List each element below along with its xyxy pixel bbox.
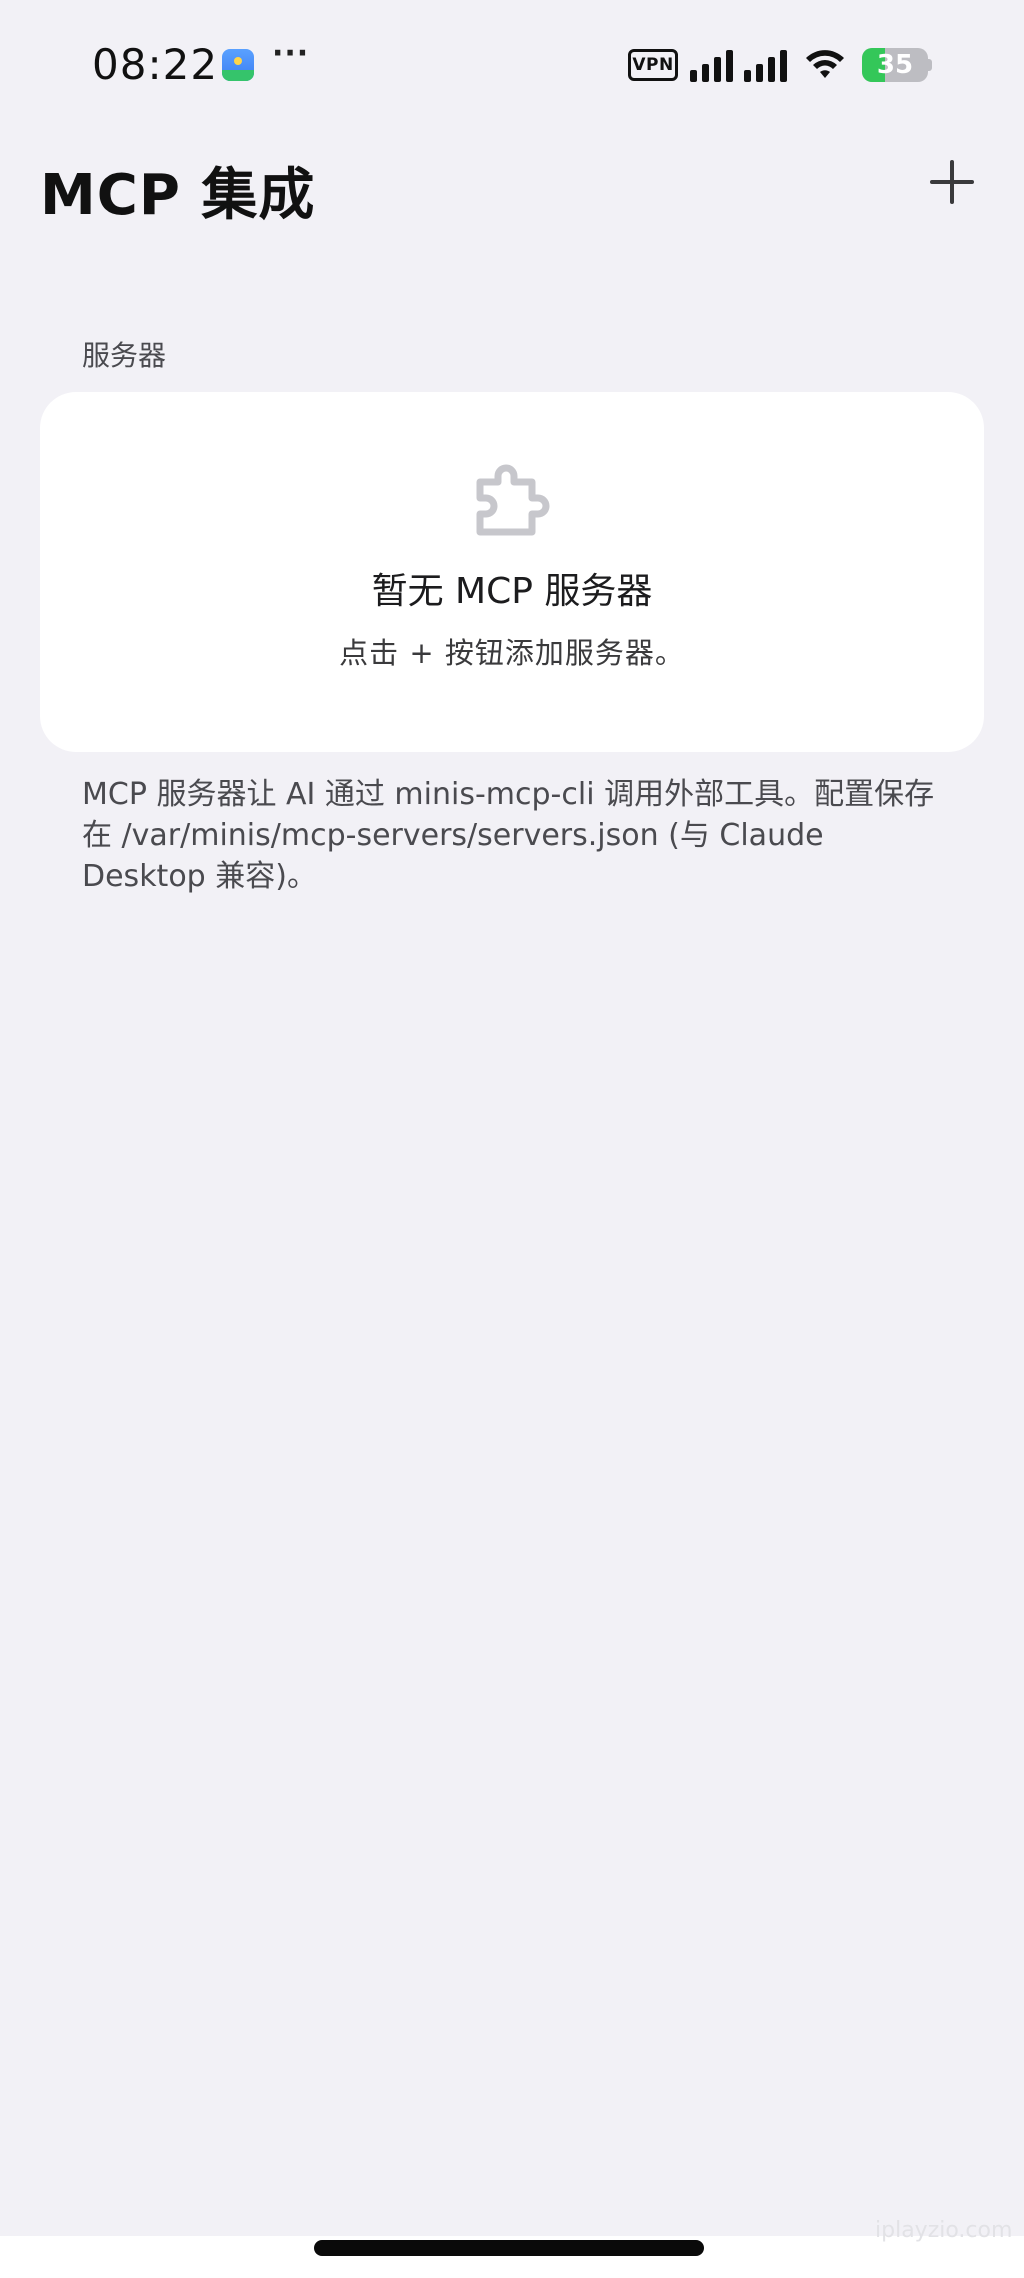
page-title: MCP 集成: [40, 163, 316, 228]
battery-icon: 35: [862, 48, 928, 82]
section-header-servers: 服务器: [82, 339, 167, 372]
empty-state-title: 暂无 MCP 服务器: [371, 571, 653, 612]
add-server-button[interactable]: [926, 156, 978, 208]
battery-cap: [928, 59, 932, 71]
more-notifications-icon: ···: [272, 36, 310, 71]
signal-icon: [690, 50, 787, 82]
app-notification-icon: [222, 49, 254, 81]
footer-note: MCP 服务器让 AI 通过 minis-mcp-cli 调用外部工具。配置保存…: [82, 777, 935, 894]
home-indicator[interactable]: [314, 2240, 704, 2256]
empty-state-subtitle: 点击 + 按钮添加服务器。: [339, 636, 685, 670]
screen: 08:22 ··· VPN 35 MCP 集成 服务器 暂无 MCP 服务器 点…: [0, 0, 1024, 2278]
battery-percent: 35: [876, 50, 914, 80]
vpn-badge: VPN: [628, 49, 678, 81]
puzzle-icon: [476, 464, 550, 536]
wifi-icon: [806, 50, 844, 78]
status-bar: 08:22 ··· VPN 35: [0, 0, 1024, 130]
status-time: 08:22: [92, 40, 219, 89]
watermark: iplayzio.com: [875, 2218, 1013, 2243]
